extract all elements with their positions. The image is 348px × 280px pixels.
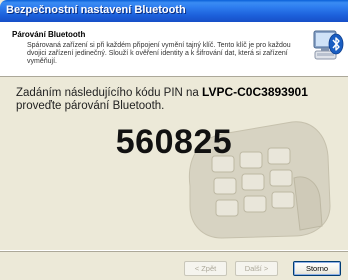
- footer-divider: [0, 251, 348, 252]
- instruction-prefix: Zadáním následujícího kódu PIN na: [16, 87, 203, 99]
- next-button[interactable]: Další >: [235, 261, 278, 276]
- title-bar[interactable]: Bezpečnostní nastavení Bluetooth: [0, 0, 348, 22]
- wizard-footer: < Zpět Další > Storno: [0, 250, 348, 280]
- bluetooth-security-dialog: Bezpečnostní nastavení Bluetooth Párován…: [0, 0, 348, 280]
- pin-code: 560825: [115, 123, 233, 161]
- window-title: Bezpečnostní nastavení Bluetooth: [6, 4, 186, 16]
- wizard-header: Párování Bluetooth Spárovaná zařízení si…: [0, 22, 348, 77]
- bluetooth-computer-icon: [313, 30, 344, 60]
- instruction-suffix: proveďte párování Bluetooth.: [16, 100, 165, 112]
- back-button[interactable]: < Zpět: [184, 261, 227, 276]
- wizard-content: Zadáním následujícího kódu PIN na LVPC-C…: [0, 78, 348, 250]
- cancel-button[interactable]: Storno: [293, 261, 341, 276]
- pin-instruction: Zadáním následujícího kódu PIN na LVPC-C…: [16, 86, 346, 113]
- header-description: Spárovaná zařízení si při každém připoje…: [27, 42, 291, 65]
- header-title: Párování Bluetooth: [12, 30, 86, 39]
- device-name: LVPC-C0C3893901: [202, 85, 308, 99]
